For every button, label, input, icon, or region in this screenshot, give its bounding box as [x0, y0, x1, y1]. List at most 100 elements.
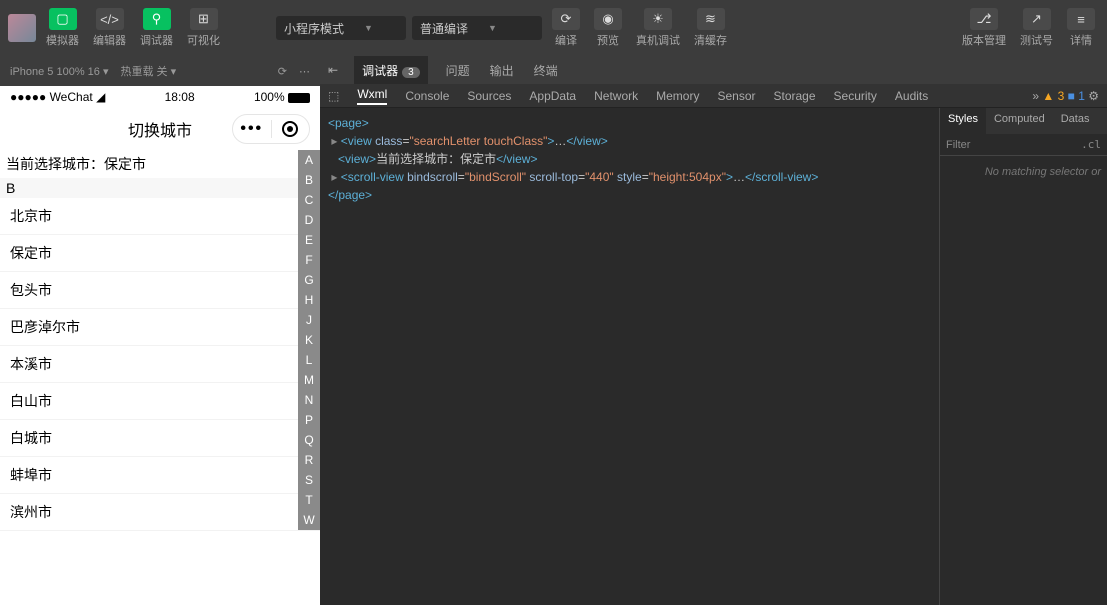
index-letter[interactable]: Q: [298, 430, 320, 450]
settings-icon[interactable]: ⚙: [1088, 89, 1099, 103]
panel-network[interactable]: Network: [594, 89, 638, 103]
refresh-icon: ⟳: [552, 8, 580, 30]
stack-icon: ≋: [697, 8, 725, 30]
cls-toggle[interactable]: .cl: [1081, 138, 1101, 151]
index-letter[interactable]: E: [298, 230, 320, 250]
target-icon: [282, 121, 298, 137]
index-letter[interactable]: P: [298, 410, 320, 430]
warning-badge[interactable]: ▲ 3: [1042, 89, 1064, 103]
tab-styles[interactable]: Styles: [940, 108, 986, 134]
phone-screen: ●●●●● WeChat ◢ 18:08 100% 切换城市 ••• 当前选择城…: [0, 86, 320, 605]
devtools-tabs: ⇤ 调试器3 问题 输出 终端: [320, 56, 1107, 84]
index-letter[interactable]: C: [298, 190, 320, 210]
index-letter[interactable]: F: [298, 250, 320, 270]
simulator-pane: iPhone 5 100% 16 ▾ 热重载 关 ▾ ⟳ ⋯ ●●●●● WeC…: [0, 56, 320, 605]
more-icon[interactable]: ⋯: [299, 65, 310, 78]
panel-appdata[interactable]: AppData: [529, 89, 576, 103]
device-selector[interactable]: iPhone 5 100% 16 ▾: [10, 65, 108, 78]
city-item[interactable]: 蚌埠市: [0, 457, 320, 494]
panel-security[interactable]: Security: [834, 89, 877, 103]
branch-icon: ⎇: [970, 8, 998, 30]
mode-dropdown[interactable]: 小程序模式▼: [276, 16, 406, 40]
city-item[interactable]: 白城市: [0, 420, 320, 457]
tab-problems[interactable]: 问题: [444, 58, 472, 83]
visualize-button[interactable]: ⊞可视化: [183, 6, 224, 50]
city-list: 北京市保定市包头市巴彦淖尔市本溪市白山市白城市蚌埠市滨州市: [0, 198, 320, 531]
carrier: ●●●●● WeChat ◢: [10, 90, 105, 104]
index-letter[interactable]: T: [298, 490, 320, 510]
real-debug-button[interactable]: ☀真机调试: [632, 6, 684, 50]
simulator-button[interactable]: ▢模拟器: [42, 6, 83, 50]
version-button[interactable]: ⎇版本管理: [958, 6, 1010, 50]
index-letter[interactable]: R: [298, 450, 320, 470]
detail-button[interactable]: ≡详情: [1063, 6, 1099, 50]
hotreload-selector[interactable]: 热重载 关 ▾: [120, 63, 176, 79]
debugger-button[interactable]: ⚲调试器: [136, 6, 177, 50]
layout-icon: ⊞: [190, 8, 218, 30]
navbar: 切换城市 •••: [0, 108, 320, 150]
test-button[interactable]: ↗测试号: [1016, 6, 1057, 50]
expand-icon[interactable]: ⇤: [328, 63, 338, 77]
index-letter[interactable]: D: [298, 210, 320, 230]
editor-button[interactable]: </>编辑器: [89, 6, 130, 50]
wxml-tree[interactable]: <page> ▸ <view class="searchLetter touch…: [320, 108, 939, 605]
avatar[interactable]: [8, 14, 36, 42]
panel-storage[interactable]: Storage: [774, 89, 816, 103]
index-letter[interactable]: A: [298, 150, 320, 170]
chevron-icon[interactable]: »: [1032, 89, 1039, 103]
phone-icon: ▢: [49, 8, 77, 30]
capsule: •••: [232, 114, 310, 144]
devtools-pane: ⇤ 调试器3 问题 输出 终端 ⬚ Wxml Console Sources AppD…: [320, 56, 1107, 605]
panel-sources[interactable]: Sources: [467, 89, 511, 103]
device-icon: ☀: [644, 8, 672, 30]
city-item[interactable]: 滨州市: [0, 494, 320, 531]
menu-icon: ≡: [1067, 8, 1095, 30]
index-letter[interactable]: K: [298, 330, 320, 350]
index-letter[interactable]: W: [298, 510, 320, 530]
panel-console[interactable]: Console: [405, 89, 449, 103]
city-item[interactable]: 北京市: [0, 198, 320, 235]
section-header: B: [0, 178, 320, 198]
inspect-icon[interactable]: ⬚: [328, 89, 339, 103]
panel-wxml[interactable]: Wxml: [357, 87, 387, 105]
city-item[interactable]: 包头市: [0, 272, 320, 309]
tab-debugger[interactable]: 调试器3: [354, 56, 428, 85]
city-item[interactable]: 巴彦淖尔市: [0, 309, 320, 346]
page-title: 切换城市: [128, 117, 192, 141]
index-letter[interactable]: M: [298, 370, 320, 390]
tab-output[interactable]: 输出: [488, 58, 516, 83]
refresh-icon[interactable]: ⟳: [278, 65, 287, 78]
filter-input[interactable]: Filter: [946, 139, 970, 151]
tab-terminal[interactable]: 终端: [532, 58, 560, 83]
menu-button[interactable]: •••: [233, 120, 271, 138]
compile-dropdown[interactable]: 普通编译▼: [412, 16, 542, 40]
city-item[interactable]: 本溪市: [0, 346, 320, 383]
preview-button[interactable]: ◉预览: [590, 6, 626, 50]
index-letter[interactable]: N: [298, 390, 320, 410]
battery-icon: [288, 93, 310, 103]
city-item[interactable]: 保定市: [0, 235, 320, 272]
caret-icon: ▼: [488, 23, 497, 33]
city-item[interactable]: 白山市: [0, 383, 320, 420]
bug-icon: ⚲: [143, 8, 171, 30]
dots-icon: •••: [240, 120, 263, 138]
status-bar: ●●●●● WeChat ◢ 18:08 100%: [0, 86, 320, 108]
no-match-message: No matching selector or: [940, 156, 1107, 188]
index-letter[interactable]: G: [298, 270, 320, 290]
index-letter[interactable]: S: [298, 470, 320, 490]
panel-audits[interactable]: Audits: [895, 89, 928, 103]
index-letter[interactable]: J: [298, 310, 320, 330]
panel-sensor[interactable]: Sensor: [717, 89, 755, 103]
index-letter[interactable]: L: [298, 350, 320, 370]
tab-dataset[interactable]: Datas: [1053, 108, 1098, 134]
upload-icon: ↗: [1023, 8, 1051, 30]
compile-button[interactable]: ⟳编译: [548, 6, 584, 50]
panel-memory[interactable]: Memory: [656, 89, 699, 103]
clear-cache-button[interactable]: ≋清缓存: [690, 6, 731, 50]
tab-computed[interactable]: Computed: [986, 108, 1053, 134]
close-button[interactable]: [272, 121, 310, 137]
info-badge[interactable]: ■ 1: [1068, 89, 1085, 103]
index-letter[interactable]: H: [298, 290, 320, 310]
index-bar[interactable]: ABCDEFGHJKLMNPQRSTW: [298, 150, 320, 530]
index-letter[interactable]: B: [298, 170, 320, 190]
